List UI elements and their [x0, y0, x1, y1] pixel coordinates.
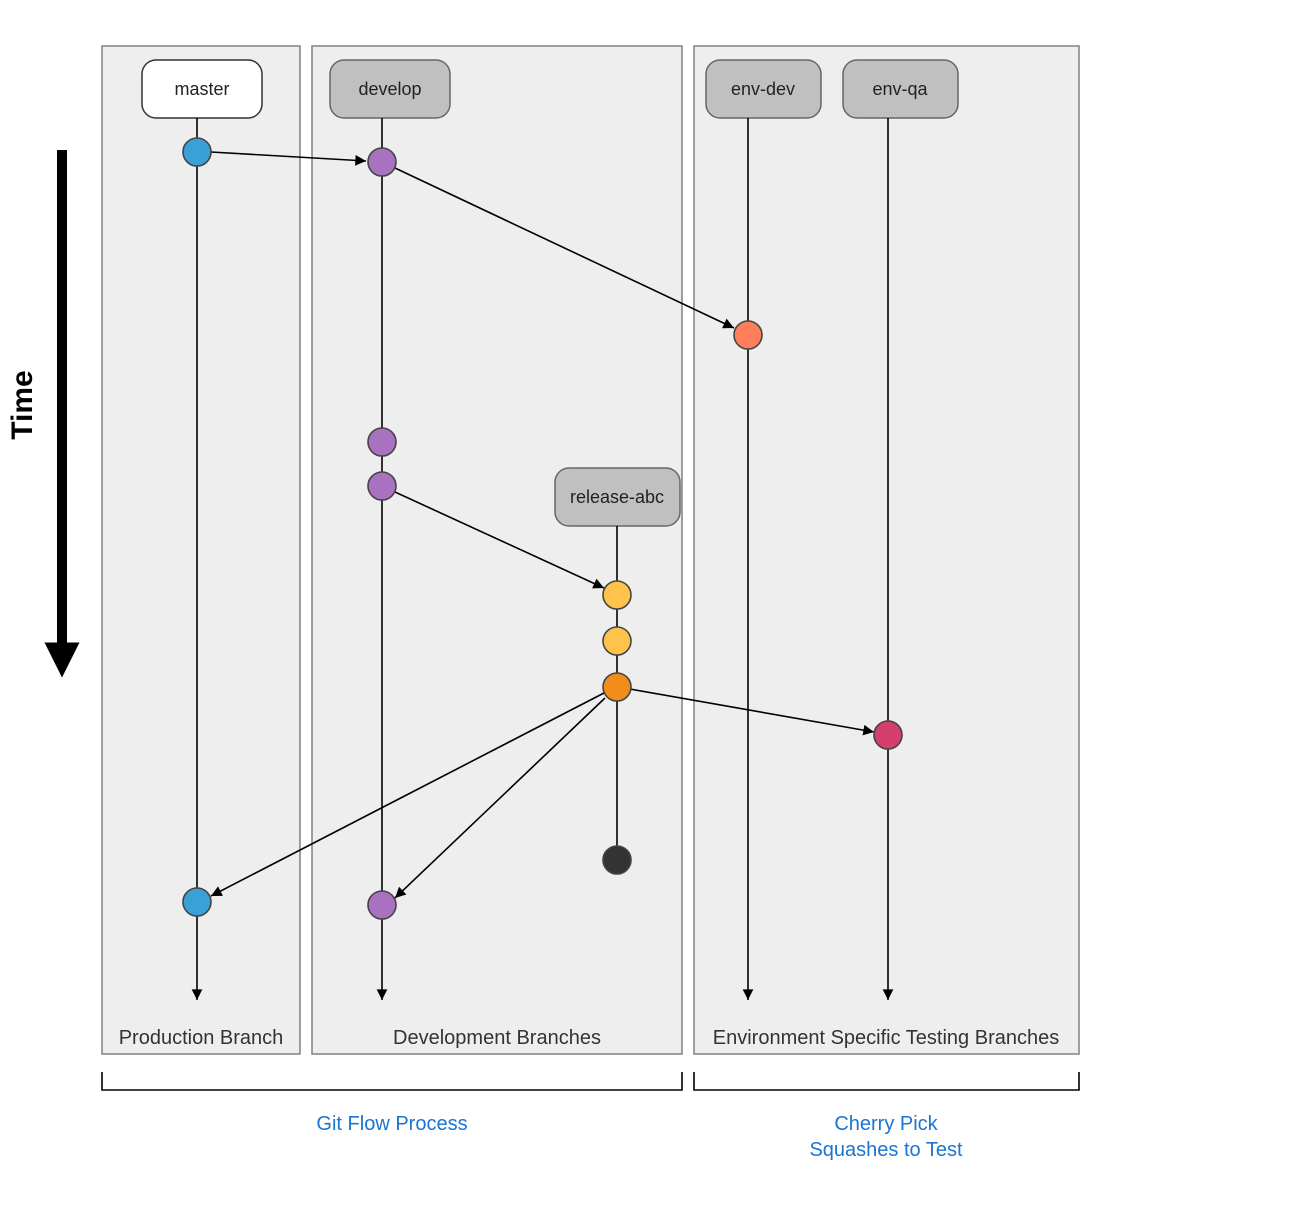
branch-env-dev: env-dev [706, 60, 821, 118]
commit-d3 [368, 472, 396, 500]
bracket-cherry [694, 1072, 1079, 1090]
commit-r4 [603, 846, 631, 874]
label-development: Development Branches [393, 1027, 601, 1049]
time-label: Time [6, 370, 39, 439]
bracket-gitflow [102, 1072, 682, 1090]
commit-q1 [874, 721, 902, 749]
commit-r1 [603, 581, 631, 609]
label-environment: Environment Specific Testing Branches [713, 1027, 1059, 1049]
commit-m1 [183, 138, 211, 166]
commit-d2 [368, 428, 396, 456]
caption-cherry-2: Squashes to Test [809, 1139, 963, 1161]
branch-develop: develop [330, 60, 450, 118]
branch-release: release-abc [555, 468, 680, 526]
branch-env-qa-label: env-qa [872, 79, 928, 99]
commit-e1 [734, 321, 762, 349]
branch-develop-label: develop [358, 79, 421, 99]
branch-master-label: master [174, 79, 229, 99]
label-production: Production Branch [119, 1027, 284, 1049]
commit-m2 [183, 888, 211, 916]
commit-r2 [603, 627, 631, 655]
caption-gitflow: Git Flow Process [316, 1113, 467, 1135]
branch-env-qa: env-qa [843, 60, 958, 118]
time-axis: Time [6, 150, 62, 660]
commit-r3 [603, 673, 631, 701]
branch-master: master [142, 60, 262, 118]
commit-d4 [368, 891, 396, 919]
branch-env-dev-label: env-dev [731, 79, 795, 99]
panel-environment [694, 46, 1079, 1054]
caption-cherry-1: Cherry Pick [834, 1113, 938, 1135]
branch-release-label: release-abc [570, 487, 664, 507]
git-branch-diagram: Time master develop release-abc env-dev … [0, 0, 1298, 1217]
commit-d1 [368, 148, 396, 176]
